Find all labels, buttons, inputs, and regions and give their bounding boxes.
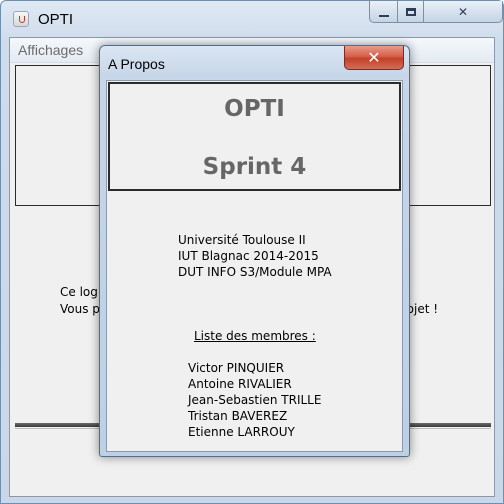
close-icon: ✕ bbox=[367, 48, 381, 67]
member-name: Antoine RIVALIER bbox=[188, 377, 292, 391]
dialog-header-subtitle: Sprint 4 bbox=[202, 154, 307, 180]
info-line-iut: IUT Blagnac 2014-2015 bbox=[178, 249, 319, 263]
close-icon: ✕ bbox=[457, 4, 469, 19]
member-name: Victor PINQUIER bbox=[188, 361, 285, 375]
maximize-icon bbox=[405, 7, 416, 16]
background-text-line2-start: Vous p bbox=[60, 302, 100, 316]
background-text-line1: Ce logi bbox=[60, 285, 102, 299]
dialog-header-box: OPTI Sprint 4 bbox=[108, 82, 401, 191]
maximize-button[interactable] bbox=[397, 1, 423, 23]
about-dialog: A Propos ✕ OPTI Sprint 4 Université Toul… bbox=[99, 45, 410, 457]
info-line-module: DUT INFO S3/Module MPA bbox=[178, 265, 332, 279]
info-line-university: Université Toulouse II bbox=[178, 233, 306, 247]
dialog-header-title: OPTI bbox=[224, 96, 285, 122]
close-button[interactable]: ✕ bbox=[423, 1, 503, 23]
dialog-title: A Propos bbox=[108, 56, 165, 72]
main-caption-buttons: ✕ bbox=[369, 1, 503, 23]
java-cup-icon bbox=[13, 11, 29, 27]
menu-affichages[interactable]: Affichages bbox=[18, 42, 83, 58]
member-name: Etienne LARROUY bbox=[188, 425, 295, 439]
minimize-icon bbox=[378, 14, 389, 17]
main-window-title: OPTI bbox=[38, 11, 74, 28]
minimize-button[interactable] bbox=[369, 1, 397, 23]
dialog-body: OPTI Sprint 4 Université Toulouse II IUT… bbox=[106, 80, 403, 452]
member-name: Jean-Sebastien TRILLE bbox=[188, 393, 322, 407]
dialog-close-button[interactable]: ✕ bbox=[344, 46, 404, 70]
members-heading: Liste des membres : bbox=[194, 329, 316, 343]
member-name: Tristan BAVEREZ bbox=[188, 409, 288, 423]
